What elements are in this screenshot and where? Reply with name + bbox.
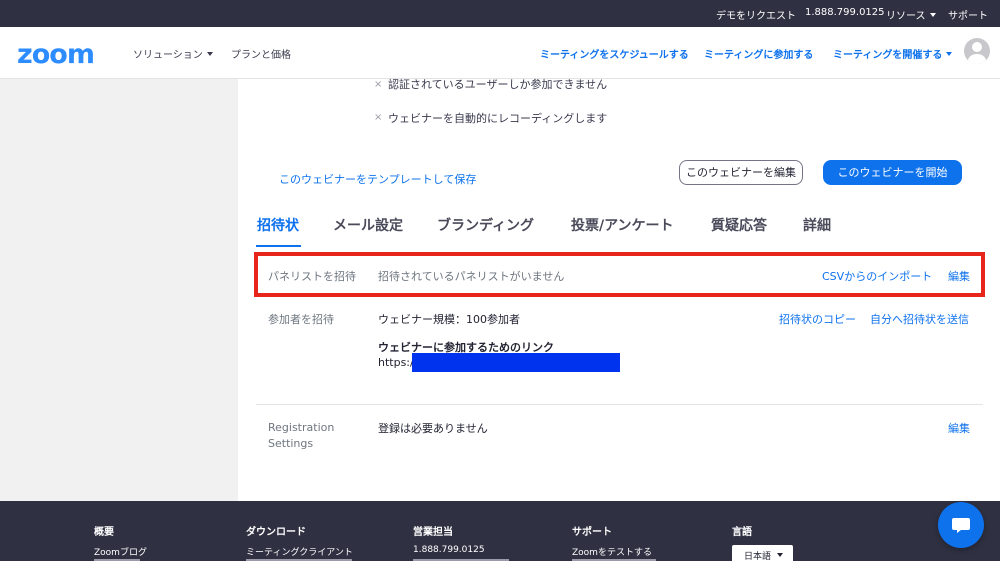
chevron-down-icon bbox=[777, 553, 784, 557]
schedule-meeting-link[interactable]: ミーティングをスケジュールする bbox=[540, 46, 689, 61]
invite-panelists-label: パネリストを招待 bbox=[268, 270, 356, 283]
registration-settings-label-line2: Settings bbox=[268, 437, 314, 450]
chat-bubble-icon bbox=[952, 518, 970, 533]
solutions-label: ソリューション bbox=[133, 50, 203, 61]
footer-sales-phone-link[interactable]: 1.888.799.0125 bbox=[413, 545, 485, 555]
phone-number-link[interactable]: 1.888.799.0125 bbox=[805, 7, 885, 18]
tab-branding[interactable]: ブランディング bbox=[437, 215, 534, 235]
chevron-down-icon bbox=[929, 13, 936, 17]
webinar-option-record: ウェビナーを自動的にレコーディングします bbox=[388, 112, 608, 125]
registration-status: 登録は必要ありません bbox=[378, 422, 488, 435]
resources-menu[interactable]: リソース bbox=[886, 7, 936, 22]
send-invitation-to-self-link[interactable]: 自分へ招待状を送信 bbox=[870, 311, 969, 327]
avatar[interactable] bbox=[964, 38, 990, 64]
site-footer: 概要 Zoomブログ ダウンロード ミーティングクライアント 営業担当 1.88… bbox=[0, 501, 1000, 561]
chevron-down-icon bbox=[206, 52, 213, 56]
close-icon: × bbox=[374, 79, 383, 90]
footer-meeting-client-link[interactable]: ミーティングクライアント bbox=[246, 545, 353, 558]
copy-invitation-link[interactable]: 招待状のコピー bbox=[779, 311, 856, 327]
invite-attendees-label: 参加者を招待 bbox=[268, 313, 334, 326]
panelists-status: 招待されているパネリストがいません bbox=[378, 270, 565, 283]
resources-label: リソース bbox=[886, 11, 926, 22]
start-webinar-button[interactable]: このウェビナーを開始 bbox=[823, 160, 962, 185]
support-link[interactable]: サポート bbox=[948, 7, 988, 22]
join-meeting-link[interactable]: ミーティングに参加する bbox=[704, 46, 813, 61]
webinar-option-auth: 認証されているユーザーしか参加できません bbox=[388, 78, 608, 91]
solutions-menu[interactable]: ソリューション bbox=[133, 46, 213, 61]
tab-qa[interactable]: 質疑応答 bbox=[711, 215, 767, 235]
save-as-template-link[interactable]: このウェビナーをテンプレートして保存 bbox=[279, 171, 476, 187]
language-value: 日本語 bbox=[744, 552, 772, 561]
close-icon: × bbox=[374, 112, 383, 123]
footer-test-zoom-link[interactable]: Zoomをテストする bbox=[572, 545, 652, 558]
footer-about-heading: 概要 bbox=[94, 527, 114, 538]
tab-polls[interactable]: 投票/アンケート bbox=[571, 215, 674, 235]
chevron-down-icon bbox=[946, 52, 953, 56]
main-navbar: zoom ソリューション プランと価格 ミーティングをスケジュールする ミーティ… bbox=[0, 27, 1000, 79]
edit-webinar-button[interactable]: このウェビナーを編集 bbox=[679, 160, 803, 185]
active-tab-indicator bbox=[256, 245, 301, 247]
webinar-capacity: ウェビナー規模：100参加者 bbox=[378, 313, 520, 326]
top-utility-bar: デモをリクエスト 1.888.799.0125 リソース サポート bbox=[0, 0, 1000, 27]
footer-download-heading: ダウンロード bbox=[246, 527, 306, 538]
host-meeting-menu[interactable]: ミーティングを開催する bbox=[833, 46, 953, 61]
edit-panelists-link[interactable]: 編集 bbox=[948, 268, 970, 284]
footer-blog-link[interactable]: Zoomブログ bbox=[94, 545, 147, 558]
chat-support-button[interactable] bbox=[938, 502, 984, 548]
edit-registration-link[interactable]: 編集 bbox=[948, 420, 970, 436]
footer-language-heading: 言語 bbox=[732, 527, 752, 538]
webinar-detail-panel: × 認証されているユーザーしか参加できません × ウェビナーを自動的にレコーディ… bbox=[238, 78, 1000, 501]
tab-email-settings[interactable]: メール設定 bbox=[333, 215, 403, 235]
registration-settings-label-line1: Registration bbox=[268, 421, 335, 434]
csv-import-link[interactable]: CSVからのインポート bbox=[822, 268, 932, 284]
redacted-link-block bbox=[412, 353, 620, 372]
tab-invitation[interactable]: 招待状 bbox=[257, 215, 299, 235]
plans-pricing-link[interactable]: プランと価格 bbox=[231, 46, 291, 61]
language-select[interactable]: 日本語 bbox=[732, 545, 793, 561]
footer-sales-heading: 営業担当 bbox=[413, 527, 453, 538]
footer-support-heading: サポート bbox=[572, 527, 612, 538]
request-demo-link[interactable]: デモをリクエスト bbox=[716, 7, 796, 22]
tab-details[interactable]: 詳細 bbox=[803, 215, 831, 235]
host-meeting-label: ミーティングを開催する bbox=[833, 50, 943, 61]
section-divider bbox=[256, 404, 983, 405]
zoom-logo[interactable]: zoom bbox=[17, 39, 95, 70]
